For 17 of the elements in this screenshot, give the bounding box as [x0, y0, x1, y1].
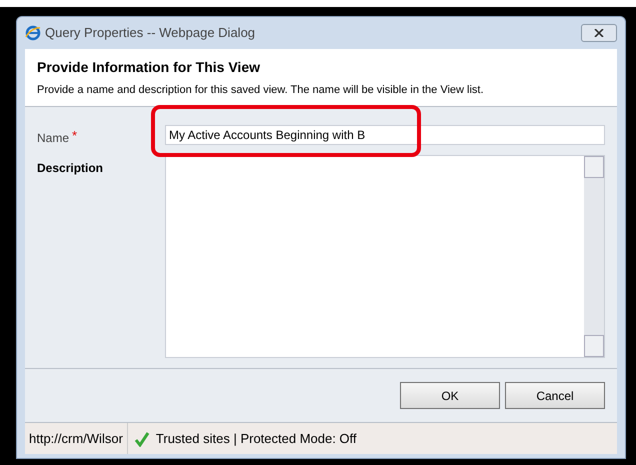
field-label: Name	[37, 130, 70, 146]
close-button[interactable]	[581, 24, 617, 42]
name-field[interactable]: My Active Accounts Beginning with B	[165, 124, 605, 144]
close-icon	[594, 29, 604, 37]
dialog-heading: Provide Information for This View	[37, 58, 261, 77]
check-icon	[134, 430, 150, 446]
browser-icon	[25, 25, 41, 41]
dialog-description: Provide a name and description for this saved view. The name will be visible in the View list.	[37, 83, 485, 98]
field-label: Description	[37, 160, 104, 176]
status-url: http://crm/Wilsor	[25, 423, 128, 454]
description-field[interactable]	[165, 154, 605, 358]
required-marker: *	[72, 128, 78, 142]
scrollbar[interactable]	[584, 156, 604, 357]
dialog-button[interactable]: Cancel	[505, 382, 605, 409]
window-title: Query Properties -- Webpage Dialog	[45, 24, 256, 42]
dialog-button[interactable]: OK	[400, 382, 500, 409]
security-zone: Trusted sites | Protected Mode: Off	[156, 430, 357, 448]
